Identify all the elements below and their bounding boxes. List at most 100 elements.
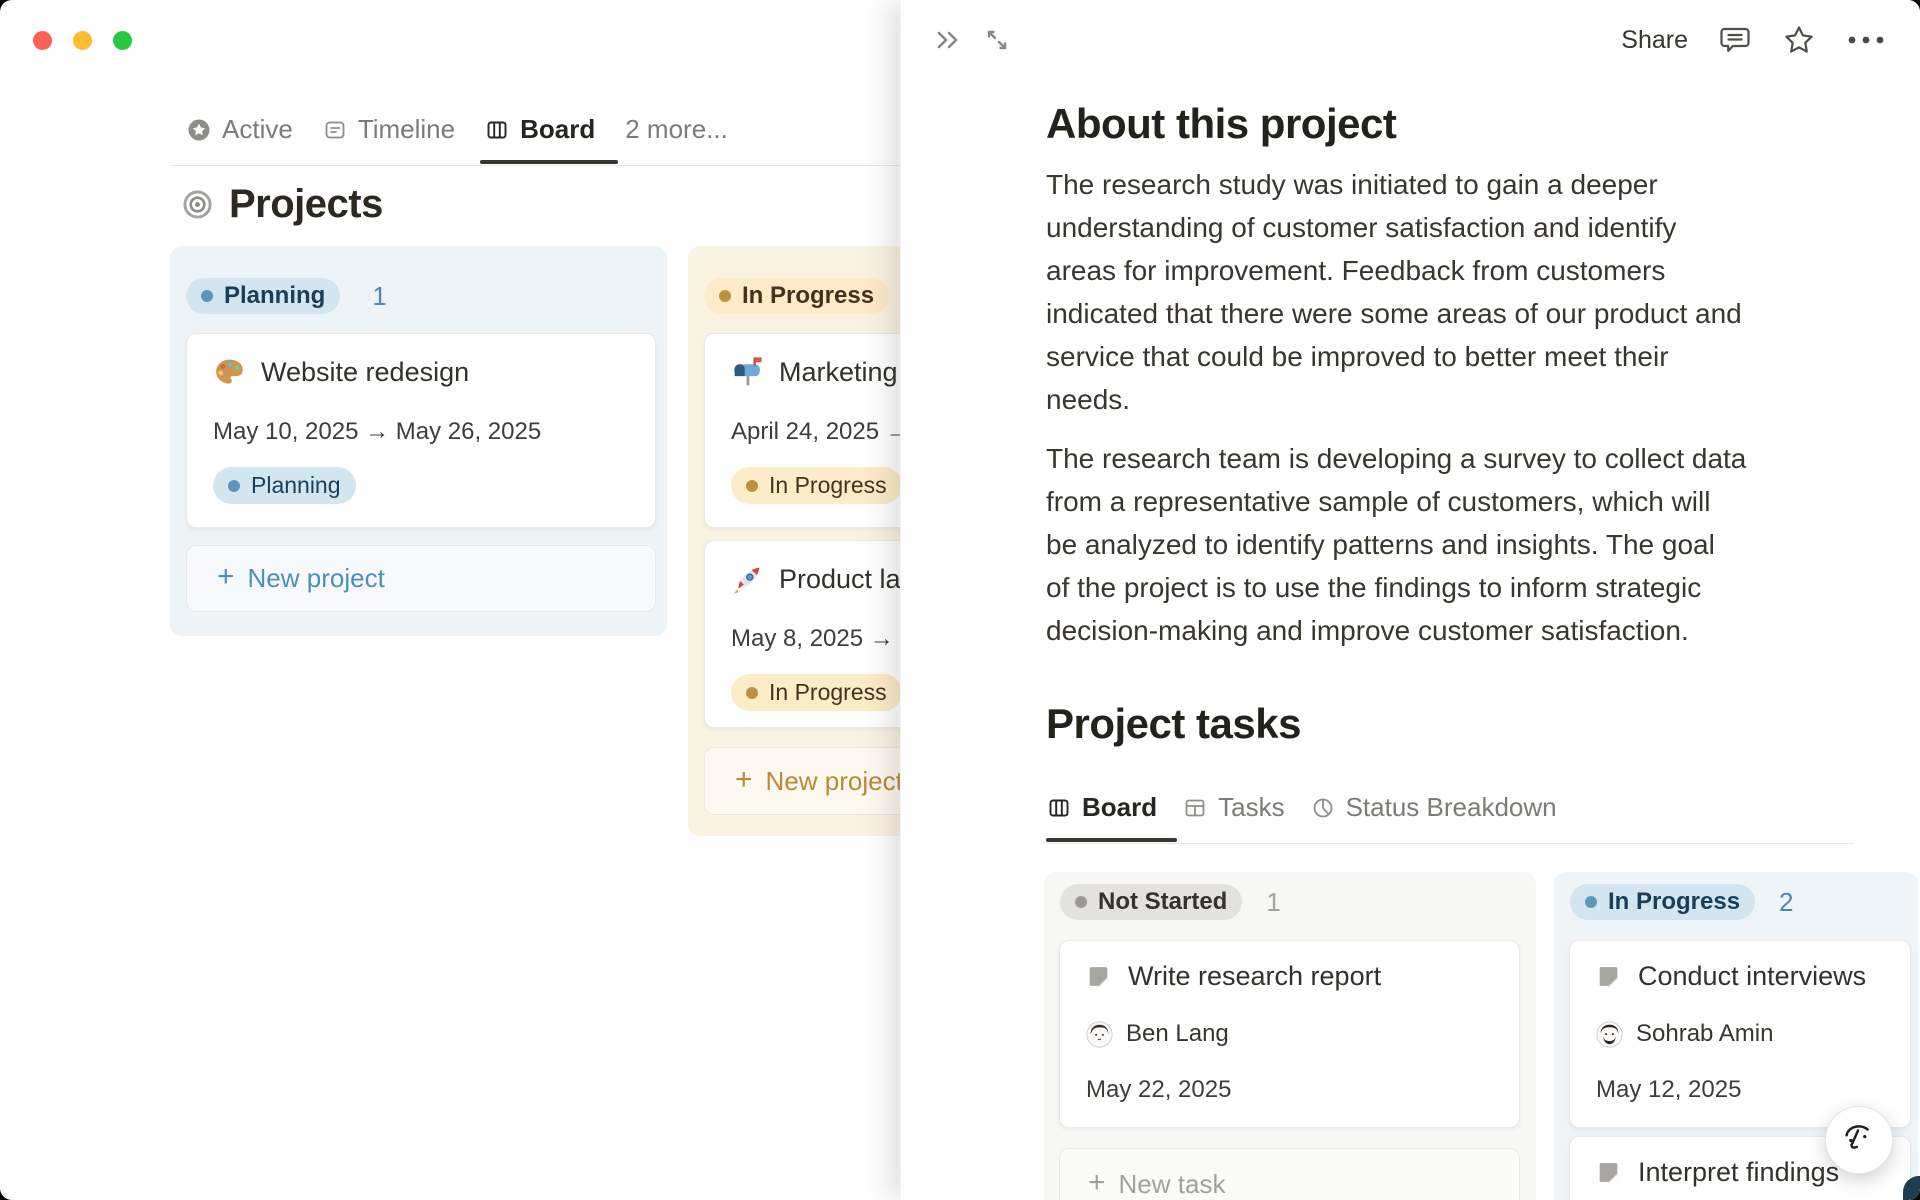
bullseye-icon[interactable] bbox=[182, 189, 213, 220]
status-dot bbox=[1585, 896, 1597, 908]
favorite-star-icon[interactable] bbox=[1782, 23, 1816, 57]
gray-note-icon bbox=[1596, 964, 1621, 989]
close-peek-button[interactable] bbox=[935, 26, 963, 54]
status-dot bbox=[201, 290, 213, 302]
star-circle-icon bbox=[187, 118, 211, 142]
about-paragraph-1: The research study was initiated to gain… bbox=[1046, 169, 1742, 415]
card-status-label: Planning bbox=[251, 472, 341, 498]
tab-active-label: Active bbox=[222, 114, 293, 144]
status-dot bbox=[228, 479, 240, 492]
notion-window: Active Timeline Board 2 more... Projects bbox=[0, 0, 1920, 1200]
page-title: Projects bbox=[182, 182, 383, 227]
column-header: In Progress bbox=[704, 278, 890, 314]
pie-clock-icon bbox=[1311, 796, 1335, 820]
board-column-planning: Planning 1 Website redesign May 10, 2025… bbox=[170, 246, 667, 636]
expand-peek-button[interactable] bbox=[983, 26, 1011, 54]
peek-panel: Share About this project The research st… bbox=[900, 0, 1920, 1200]
tab-active[interactable]: Active bbox=[187, 114, 293, 145]
tab-board-label: Board bbox=[520, 114, 596, 144]
new-project-button[interactable]: + New project bbox=[186, 545, 656, 612]
table-grid-icon bbox=[1183, 796, 1207, 820]
task-title: Conduct interviews bbox=[1638, 961, 1867, 991]
new-project-label: New project bbox=[247, 563, 385, 593]
status-pill-in-progress[interactable]: In Progress bbox=[704, 278, 890, 314]
tab-timeline-label: Timeline bbox=[357, 114, 456, 144]
status-pill-not-started[interactable]: Not Started bbox=[1060, 884, 1243, 920]
task-card-write-research-report[interactable]: Write research report Ben Lang May 22, 2… bbox=[1059, 940, 1520, 1128]
column-header: Not Started 1 bbox=[1060, 884, 1281, 920]
assignee-name: Sohrab Amin bbox=[1636, 1020, 1774, 1047]
expand-diagonal-icon bbox=[987, 30, 1007, 50]
tab-label: Tasks bbox=[1218, 792, 1285, 822]
board-columns-icon bbox=[485, 118, 509, 142]
window-zoom-button[interactable] bbox=[113, 31, 132, 50]
about-heading: About this project bbox=[1046, 100, 1397, 147]
assignee-row: Sohrab Amin bbox=[1596, 1020, 1884, 1048]
status-pill-label: Planning bbox=[224, 282, 326, 309]
status-pill-in-progress[interactable]: In Progress bbox=[1570, 884, 1756, 920]
status-pill-label: Not Started bbox=[1098, 888, 1228, 915]
about-paragraph-2: The research team is developing a survey… bbox=[1046, 443, 1747, 646]
tab-tasks-table[interactable]: Tasks bbox=[1183, 792, 1285, 823]
task-date: May 12, 2025 bbox=[1596, 1076, 1742, 1103]
board-columns-icon bbox=[1047, 796, 1071, 820]
project-tasks-heading: Project tasks bbox=[1046, 700, 1301, 747]
palette-emoji bbox=[213, 356, 246, 389]
card-title: Website redesign bbox=[261, 357, 470, 387]
tabs-divider bbox=[170, 165, 900, 166]
tabs-divider bbox=[1046, 843, 1854, 844]
peek-toolbar: Share bbox=[1621, 20, 1886, 60]
share-button[interactable]: Share bbox=[1621, 26, 1688, 55]
column-header: Planning 1 bbox=[186, 278, 387, 314]
window-close-button[interactable] bbox=[33, 31, 52, 50]
assignee-row: Ben Lang bbox=[1086, 1020, 1493, 1048]
column-count: 1 bbox=[372, 280, 387, 311]
tab-status-breakdown[interactable]: Status Breakdown bbox=[1311, 792, 1557, 823]
status-dot bbox=[746, 686, 758, 699]
task-title: Write research report bbox=[1128, 961, 1382, 991]
mailbox-emoji bbox=[731, 356, 764, 389]
tab-timeline[interactable]: Timeline bbox=[323, 114, 455, 145]
new-task-label: New task bbox=[1118, 1168, 1226, 1199]
comment-icon[interactable] bbox=[1718, 23, 1752, 57]
status-dot bbox=[719, 290, 731, 302]
new-project-label: New project bbox=[765, 765, 903, 796]
gray-note-icon bbox=[1086, 964, 1111, 989]
project-card-website-redesign[interactable]: Website redesign May 10, 2025 → May 26, … bbox=[186, 333, 656, 528]
status-pill-label: In Progress bbox=[742, 282, 875, 309]
status-pill-label: In Progress bbox=[1608, 888, 1741, 915]
active-tab-underline bbox=[1046, 838, 1177, 842]
doodle-face-icon bbox=[1845, 1125, 1869, 1149]
assignee-name: Ben Lang bbox=[1126, 1020, 1229, 1047]
card-status-label: In Progress bbox=[769, 679, 887, 705]
double-chevron-right-icon bbox=[937, 31, 958, 49]
column-header: In Progress 2 bbox=[1570, 884, 1794, 920]
tasks-view-tabs: Board Tasks Status Breakdown bbox=[1047, 792, 1557, 823]
task-card-conduct-interviews[interactable]: Conduct interviews Sohrab Amin May 12, 2… bbox=[1569, 940, 1911, 1128]
plus-icon: + bbox=[1088, 1165, 1106, 1199]
status-dot bbox=[1075, 896, 1087, 908]
gray-note-icon bbox=[1596, 1160, 1621, 1185]
new-task-button[interactable]: + New task bbox=[1059, 1148, 1520, 1200]
plus-icon: + bbox=[735, 762, 753, 796]
tab-label: Status Breakdown bbox=[1345, 792, 1557, 822]
avatar-sohrab-amin bbox=[1596, 1020, 1623, 1048]
view-tabs: Active Timeline Board 2 more... bbox=[187, 114, 728, 145]
more-ellipsis-icon[interactable] bbox=[1846, 34, 1886, 46]
card-status-tag: Planning bbox=[213, 467, 356, 504]
card-status-label: In Progress bbox=[769, 472, 887, 498]
tab-tasks-board[interactable]: Board bbox=[1047, 792, 1157, 823]
page-title-text: Projects bbox=[229, 182, 383, 226]
tab-board[interactable]: Board bbox=[485, 114, 595, 145]
tasks-column-not-started: Not Started 1 Write research report Ben … bbox=[1044, 872, 1536, 1200]
card-status-tag: In Progress bbox=[731, 674, 902, 711]
tab-more-views[interactable]: 2 more... bbox=[625, 114, 728, 145]
active-tab-underline bbox=[480, 160, 618, 164]
status-pill-planning[interactable]: Planning bbox=[186, 278, 341, 314]
timeline-icon bbox=[323, 118, 347, 142]
window-minimize-button[interactable] bbox=[73, 31, 92, 50]
card-dates: May 10, 2025 → May 26, 2025 bbox=[213, 418, 542, 445]
column-count: 1 bbox=[1266, 886, 1281, 917]
column-count: 2 bbox=[1779, 886, 1794, 917]
notion-ai-button[interactable] bbox=[1825, 1106, 1893, 1174]
